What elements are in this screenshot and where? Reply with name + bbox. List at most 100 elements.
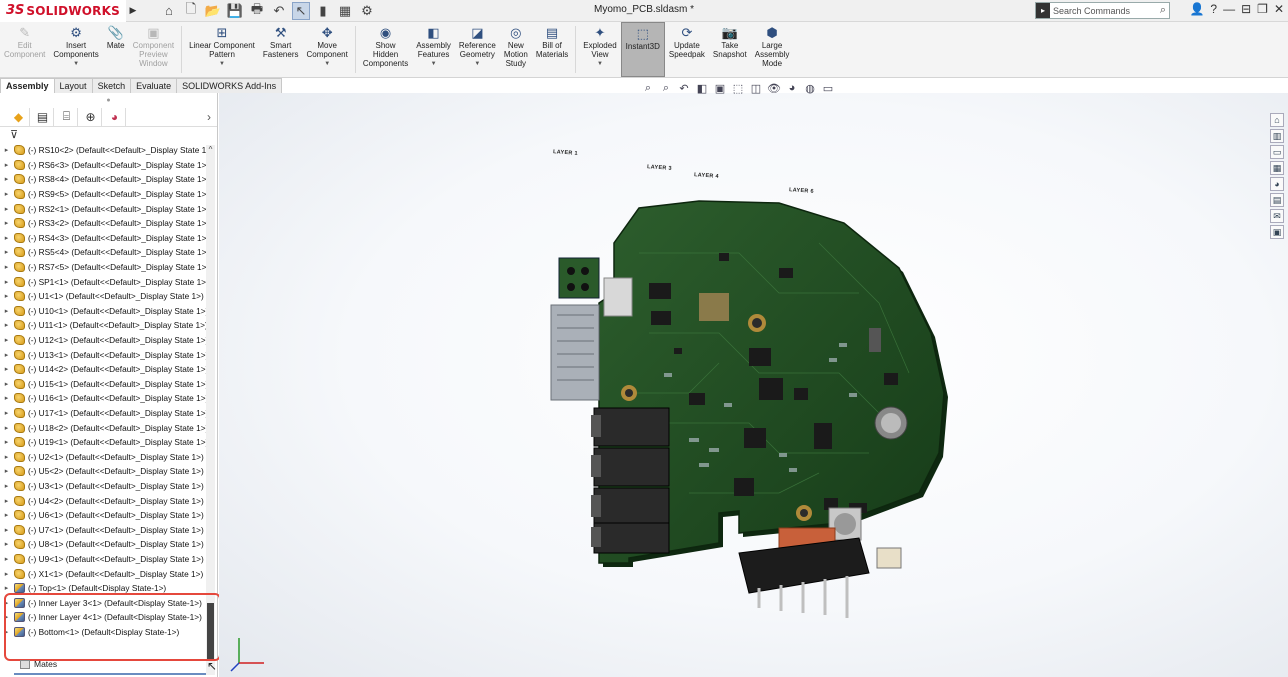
tab-sketch[interactable]: Sketch (91, 78, 132, 93)
edit-component-button[interactable]: ✎ Edit Component (0, 22, 49, 77)
dropdown-arrow-icon[interactable]: ▼ (474, 60, 480, 69)
expand-arrow-icon[interactable]: ▸ (0, 613, 13, 621)
dropdown-arrow-icon[interactable]: ▼ (219, 60, 225, 69)
take-snapshot-button[interactable]: 📷 Take Snapshot (709, 22, 751, 77)
expand-arrow-icon[interactable]: ▸ (0, 438, 13, 446)
expand-arrow-icon[interactable]: ▸ (0, 511, 13, 519)
expand-arrow-icon[interactable]: ▸ (0, 584, 13, 592)
expand-arrow-icon[interactable]: ▸ (0, 351, 13, 359)
tree-item[interactable]: ▸ (-) U6<1> (Default<<Default>_Display St… (0, 508, 207, 523)
search-commands-input[interactable]: ▸ Search Commands ⌕ (1035, 2, 1170, 19)
tile-icon[interactable]: ⊟ (1241, 2, 1251, 16)
reference-geometry-button[interactable]: ◪ Reference Geometry ▼ (455, 22, 500, 77)
expand-arrow-icon[interactable]: ▸ (0, 409, 13, 417)
new-motion-study-button[interactable]: ◎ New Motion Study (500, 22, 532, 77)
tree-item[interactable]: ▸ (-) U4<2> (Default<<Default>_Display St… (0, 493, 207, 508)
configuration-manager-tab-icon[interactable]: ⌸ (56, 107, 78, 126)
tree-scrollbar[interactable] (206, 145, 215, 675)
display-style-icon[interactable]: ◫ (749, 81, 763, 95)
tree-item[interactable]: ▸ (-) RS6<3> (Default<<Default>_Display S… (0, 158, 207, 173)
tree-item[interactable]: ▸ (-) U11<1> (Default<<Default>_Display S… (0, 318, 207, 333)
component-preview-window-button[interactable]: ▣ Component Preview Window (129, 22, 178, 77)
close-icon[interactable]: ✕ (1274, 2, 1284, 16)
pcb-3d-model[interactable] (219, 93, 1288, 677)
tree-item[interactable]: ▸ (-) RS5<4> (Default<<Default>_Display S… (0, 245, 207, 260)
dropdown-arrow-icon[interactable]: ▼ (73, 60, 79, 69)
view-settings-icon[interactable]: ▭ (821, 81, 835, 95)
zoom-area-icon[interactable]: ⌕ (659, 81, 673, 95)
print-icon[interactable]: 🖶 (248, 1, 266, 20)
search-icon[interactable]: ⌕ (1160, 4, 1166, 17)
minimize-icon[interactable]: — (1223, 2, 1235, 16)
hide-show-icon[interactable]: 👁 (767, 81, 781, 95)
bill-of-materials-button[interactable]: ▤ Bill of Materials (532, 22, 572, 77)
tree-item[interactable]: ▸ (-) RS10<2> (Default<<Default>_Display … (0, 143, 207, 158)
expand-arrow-icon[interactable]: ▸ (0, 263, 13, 271)
filter-icon[interactable]: ⊽ (0, 127, 217, 141)
tree-item[interactable]: ▸ (-) RS8<4> (Default<<Default>_Display S… (0, 172, 207, 187)
expand-arrow-icon[interactable]: ▸ (0, 336, 13, 344)
tree-item[interactable]: ▸ (-) RS7<5> (Default<<Default>_Display S… (0, 260, 207, 275)
expand-arrow-icon[interactable]: ▸ (0, 219, 13, 227)
tab-layout[interactable]: Layout (53, 78, 93, 93)
search-mode-icon[interactable]: ▸ (1036, 3, 1050, 18)
expand-arrow-icon[interactable]: ▸ (0, 394, 13, 402)
save-icon[interactable]: 💾 (226, 2, 244, 20)
home-icon[interactable]: ⌂ (160, 2, 178, 20)
tree-item[interactable]: ▸ (-) U12<1> (Default<<Default>_Display S… (0, 333, 207, 348)
tree-item[interactable]: ▸ (-) U5<2> (Default<<Default>_Display St… (0, 464, 207, 479)
scroll-up-icon[interactable]: ^ (206, 145, 215, 154)
expand-arrow-icon[interactable]: ▸ (0, 628, 13, 636)
dimxpert-tab-icon[interactable]: ⊕ (80, 107, 102, 126)
tree-item[interactable]: ▸ (-) U19<1> (Default<<Default>_Display S… (0, 435, 207, 450)
tree-item[interactable]: ▸ (-) U2<1> (Default<<Default>_Display St… (0, 449, 207, 464)
display-manager-tab-icon[interactable]: ◕ (104, 107, 126, 126)
undo-icon[interactable]: ↶ (270, 2, 288, 20)
tab-assembly[interactable]: Assembly (0, 78, 55, 93)
tree-item[interactable]: ▸ (-) U8<1> (Default<<Default>_Display St… (0, 537, 207, 552)
tree-item[interactable]: ▸ (-) RS4<3> (Default<<Default>_Display S… (0, 231, 207, 246)
move-component-button[interactable]: ✥ Move Component ▼ (302, 22, 351, 77)
instant3d-button[interactable]: ⬚ Instant3D (620, 22, 665, 77)
tab-solidworks-add-ins[interactable]: SOLIDWORKS Add-Ins (176, 78, 283, 93)
mates-item[interactable]: Mates (20, 659, 57, 669)
expand-arrow-icon[interactable]: ▸ (0, 467, 13, 475)
tree-item[interactable]: ▸ (-) Bottom<1> (Default<Display State-1>… (0, 625, 207, 640)
restore-icon[interactable]: ❐ (1257, 2, 1268, 16)
expand-arrow-icon[interactable]: ▸ (0, 248, 13, 256)
expand-arrow-icon[interactable]: ▸ (0, 205, 13, 213)
tree-item[interactable]: ▸ (-) U18<2> (Default<<Default>_Display S… (0, 420, 207, 435)
previous-view-icon[interactable]: ↶ (677, 81, 691, 95)
mate-button[interactable]: 📎 Mate (103, 22, 129, 77)
dropdown-arrow-icon[interactable]: ▼ (431, 60, 437, 69)
expand-arrow-icon[interactable]: ▸ (0, 278, 13, 286)
tree-item[interactable]: ▸ (-) U16<1> (Default<<Default>_Display S… (0, 391, 207, 406)
tree-item[interactable]: ▸ (-) RS2<1> (Default<<Default>_Display S… (0, 201, 207, 216)
select-cursor-icon[interactable]: ↖ (291, 1, 310, 20)
tab-evaluate[interactable]: Evaluate (130, 78, 178, 93)
file-properties-icon[interactable]: ▦ (336, 2, 354, 20)
expand-arrow-icon[interactable]: ▸ (0, 321, 13, 329)
expand-arrow-icon[interactable]: ▸ (0, 365, 13, 373)
tree-item[interactable]: ▸ (-) U7<1> (Default<<Default>_Display St… (0, 522, 207, 537)
expand-arrow-icon[interactable]: ▸ (0, 540, 13, 548)
tree-item[interactable]: ▸ (-) SP1<1> (Default<<Default>_Display S… (0, 274, 207, 289)
tree-item[interactable]: ▸ (-) U15<1> (Default<<Default>_Display S… (0, 377, 207, 392)
zoom-to-fit-icon[interactable]: ⌕ (641, 81, 655, 95)
view-orientation-icon[interactable]: ⬚ (731, 81, 745, 95)
scrollbar-thumb[interactable] (207, 603, 214, 661)
expand-arrow-icon[interactable]: ▸ (0, 380, 13, 388)
dynamic-annotation-icon[interactable]: ▣ (713, 81, 727, 95)
tree-item[interactable]: ▸ (-) U17<1> (Default<<Default>_Display S… (0, 406, 207, 421)
section-view-icon[interactable]: ◧ (695, 81, 709, 95)
exploded-view-button[interactable]: ✦ Exploded View ▼ (579, 22, 620, 77)
expand-arrow-icon[interactable]: ▸ (0, 175, 13, 183)
expand-arrow-icon[interactable]: ▸ (0, 497, 13, 505)
expand-arrow-icon[interactable]: ▸ (0, 482, 13, 490)
expand-arrow-icon[interactable]: ▸ (0, 570, 13, 578)
tree-item[interactable]: ▸ (-) RS9<5> (Default<<Default>_Display S… (0, 187, 207, 202)
assembly-features-button[interactable]: ◧ Assembly Features ▼ (412, 22, 455, 77)
tree-item[interactable]: ▸ (-) Inner Layer 4<1> (Default<Display S… (0, 610, 207, 625)
graphics-viewport[interactable]: ⊏ ⊐ — ❐ ✕ ⌂ ▥ ▭ ▦ ◕ ▤ ✉ ▣ LAYER 1 LAYER … (219, 93, 1288, 677)
tree-item[interactable]: ▸ (-) Top<1> (Default<Display State-1>) (0, 581, 207, 596)
